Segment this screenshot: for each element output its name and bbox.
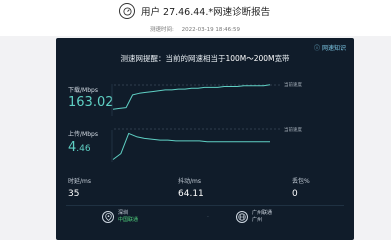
client-info: 深圳 中国联通: [118, 210, 138, 224]
server-name: 广州联通: [252, 210, 273, 216]
packet-loss-value: 0: [292, 189, 298, 199]
speed-notice: 测速网提醒：当前的网速相当于100M～200M宽带: [56, 53, 354, 64]
download-chart: [111, 84, 281, 116]
server-city: 广州: [252, 217, 263, 223]
download-current-label: 当前速度: [284, 83, 302, 88]
speed-knowledge-link[interactable]: ⓘ 网速知识: [314, 43, 346, 52]
separator-dot: ·: [207, 214, 209, 221]
upload-value: 4.46: [68, 140, 91, 155]
download-value-main: 163: [68, 95, 93, 110]
client-isp: 中国联通: [118, 217, 139, 223]
download-speed-line: [112, 84, 271, 110]
panel-topbar: ⓘ 网速知识: [56, 41, 354, 52]
test-time: 测速时间: 2022-03-19 18:46:59: [150, 25, 246, 33]
result-panel: ⓘ 网速知识 测速网提醒：当前的网速相当于100M～200M宽带 下载/Mbps…: [56, 38, 354, 240]
test-time-label: 测速时间:: [150, 27, 174, 33]
server-node: 广州联通 广州: [236, 210, 272, 224]
download-label: 下载/Mbps: [68, 87, 98, 94]
notice-prefix: 测速网提醒：当前的网速相当于: [120, 54, 226, 63]
latency-label: 时延/ms: [68, 178, 91, 185]
upload-label: 上传/Mbps: [68, 131, 98, 138]
server-info: 广州联通 广州: [252, 210, 272, 224]
upload-current-label: 当前速度: [284, 128, 302, 133]
client-node: 深圳 中国联通: [102, 210, 138, 224]
report-title: 用户 27.46.44.*网速诊断报告: [141, 7, 271, 18]
test-time-value: 2022-03-19 18:46:59: [181, 27, 241, 33]
jitter-label: 抖动/ms: [178, 178, 201, 185]
client-city: 深圳: [118, 210, 129, 216]
upload-chart: [111, 128, 281, 162]
jitter-stat: 抖动/ms 64.11: [178, 176, 204, 199]
packet-loss-label: 丢包%: [292, 178, 310, 185]
notice-highlight: 100M～200M: [225, 54, 275, 63]
speedtest-logo-icon: [119, 3, 135, 19]
upload-speed-line: [112, 132, 270, 160]
stats-row: 时延/ms 35 抖动/ms 64.11 丢包% 0: [56, 176, 354, 206]
upload-value-decimal: .46: [76, 144, 91, 154]
report-header: 用户 27.46.44.*网速诊断报告 测速时间: 2022-03-19 18:…: [0, 0, 391, 36]
jitter-value: 64.11: [178, 189, 204, 199]
server-globe-icon: [236, 211, 248, 223]
divider: [66, 205, 344, 206]
speed-knowledge-label: 网速知识: [321, 45, 346, 52]
download-value: 163.02: [68, 95, 114, 110]
latency-value: 35: [68, 189, 80, 199]
latency-stat: 时延/ms 35: [68, 176, 91, 199]
notice-suffix: 宽带: [274, 54, 290, 63]
packet-loss-stat: 丢包% 0: [292, 176, 310, 199]
location-pin-icon: [102, 211, 114, 223]
info-icon: ⓘ: [313, 45, 320, 52]
